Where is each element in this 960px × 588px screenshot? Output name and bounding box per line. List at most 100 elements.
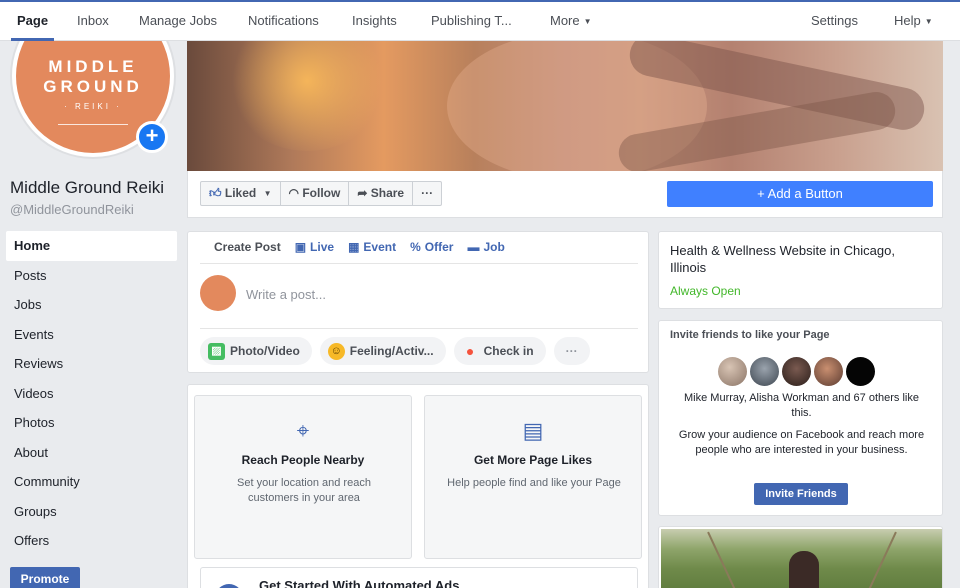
tab-manage-jobs[interactable]: Manage Jobs <box>139 13 217 28</box>
follow-label: Follow <box>302 186 341 200</box>
logo-text-line2: GROUND <box>43 77 143 96</box>
rss-icon: ◠ <box>288 186 299 200</box>
logo-divider <box>58 124 128 125</box>
page-icon: ▤ <box>522 418 544 443</box>
check-in-button[interactable]: ● Check in <box>453 337 546 365</box>
photo-icon: ▨ <box>208 342 225 360</box>
job-label: Job <box>483 240 505 254</box>
write-post-input[interactable]: Write a post... <box>246 287 326 302</box>
divider <box>200 328 638 329</box>
event-label: Event <box>363 240 397 254</box>
tab-settings[interactable]: Settings <box>811 13 858 28</box>
sidebar-item-posts[interactable]: Posts <box>6 261 177 291</box>
page-action-buttons: 👍︎ Liked ▼ ◠ Follow ➦ Share ··· <box>200 181 443 206</box>
page-action-bar: 👍︎ Liked ▼ ◠ Follow ➦ Share ··· + Add a … <box>187 171 943 218</box>
logo-text-line1: MIDDLE <box>48 57 138 76</box>
add-a-button[interactable]: + Add a Button <box>667 181 933 207</box>
get-more-page-likes-card[interactable]: ▤ Get More Page Likes Help people find a… <box>424 395 642 559</box>
create-post-tab[interactable]: Create Post <box>214 240 281 254</box>
photo-detail <box>707 531 737 588</box>
sidebar-item-about[interactable]: About <box>6 438 177 468</box>
tab-publishing-tools[interactable]: Publishing T... <box>431 13 512 28</box>
post-composer: Create Post ▣ Live ▦ Event % Offer ▬ Job Wri… <box>187 231 649 373</box>
sidebar-item-events[interactable]: Events <box>6 320 177 350</box>
page-username[interactable]: @MiddleGroundReiki <box>10 202 134 217</box>
add-profile-photo-plus-icon[interactable]: + <box>136 121 168 153</box>
promote-button[interactable]: Promote <box>10 567 80 588</box>
briefcase-icon: ▬ <box>467 240 480 254</box>
sidebar-item-videos[interactable]: Videos <box>6 379 177 409</box>
cover-light-flare <box>227 41 387 151</box>
sidebar-item-reviews[interactable]: Reviews <box>6 349 177 379</box>
avatar[interactable] <box>718 357 747 386</box>
avatar[interactable] <box>782 357 811 386</box>
invite-card-title: Invite friends to like your Page <box>670 329 830 341</box>
card-title: Reach People Nearby <box>241 453 365 467</box>
card-description: Help people find and like your Page <box>447 477 621 489</box>
chevron-down-icon: ▼ <box>924 17 933 26</box>
preview-photo <box>661 529 942 588</box>
sidebar-item-photos[interactable]: Photos <box>6 408 177 438</box>
composer-avatar <box>200 275 236 311</box>
avatar[interactable] <box>750 357 779 386</box>
sidebar-item-groups[interactable]: Groups <box>6 497 177 527</box>
sidebar-item-offers[interactable]: Offers <box>6 526 177 556</box>
feeling-activity-label: Feeling/Activ... <box>349 344 434 358</box>
composer-tabs: Create Post ▣ Live ▦ Event % Offer ▬ Job <box>214 240 505 254</box>
cover-photo[interactable] <box>187 41 943 171</box>
more-label: ··· <box>565 344 578 358</box>
liked-button[interactable]: 👍︎ Liked ▼ <box>201 182 281 205</box>
offer-label: Offer <box>424 240 454 254</box>
share-arrow-icon: ➦ <box>357 186 368 200</box>
photo-video-button[interactable]: ▨ Photo/Video <box>200 337 312 365</box>
share-label: Share <box>370 186 405 200</box>
more-options-button[interactable]: ··· <box>413 182 441 205</box>
card-description: Set your location and reach customers in… <box>237 477 371 504</box>
follow-button[interactable]: ◠ Follow <box>281 182 350 205</box>
divider <box>200 263 638 264</box>
grow-audience-text: Grow your audience on Facebook and reach… <box>678 429 925 456</box>
calendar-icon: ▦ <box>348 240 360 254</box>
automated-ads-icon <box>215 584 243 588</box>
thumbs-up-icon: 👍︎ <box>209 186 222 200</box>
avatar[interactable] <box>814 357 843 386</box>
share-button[interactable]: ➦ Share <box>349 182 414 205</box>
offer-tab[interactable]: % Offer <box>410 240 453 254</box>
photos-preview-card[interactable] <box>658 526 943 588</box>
tab-more[interactable]: More ▼ <box>550 13 592 28</box>
avatar[interactable] <box>846 357 875 386</box>
automated-ads-title: Get Started With Automated Ads <box>259 578 460 588</box>
automated-ads-card[interactable]: Get Started With Automated Ads <box>200 567 638 588</box>
sidebar-item-home[interactable]: Home <box>6 231 177 261</box>
invite-friends-card: Invite friends to like your Page Mike Mu… <box>658 320 943 516</box>
tab-notifications[interactable]: Notifications <box>248 13 319 28</box>
chevron-down-icon: ▼ <box>583 17 592 26</box>
check-in-label: Check in <box>483 344 534 358</box>
friend-avatars <box>718 357 875 386</box>
card-title: Get More Page Likes <box>473 453 593 467</box>
tab-inbox[interactable]: Inbox <box>77 13 109 28</box>
page-info-card: Health & Wellness Website in Chicago, Il… <box>658 231 943 309</box>
feeling-activity-button[interactable]: ☺ Feeling/Activ... <box>319 337 446 365</box>
live-tab[interactable]: ▣ Live <box>295 240 334 254</box>
invite-friends-button[interactable]: Invite Friends <box>754 483 848 505</box>
page-category: Health & Wellness Website in Chicago, Il… <box>670 243 895 275</box>
tab-help[interactable]: Help ▼ <box>894 13 933 28</box>
more-composer-options-button[interactable]: ··· <box>553 337 590 365</box>
photo-person <box>789 551 819 588</box>
sidebar-item-community[interactable]: Community <box>6 467 177 497</box>
sidebar-nav: Home Posts Jobs Events Reviews Videos Ph… <box>6 231 177 556</box>
sidebar-item-jobs[interactable]: Jobs <box>6 290 177 320</box>
page-top-nav: Page Inbox Manage Jobs Notifications Ins… <box>0 0 960 41</box>
event-tab[interactable]: ▦ Event <box>348 240 396 254</box>
liked-label: Liked <box>224 186 257 200</box>
reach-people-nearby-card[interactable]: ⌖ Reach People Nearby Set your location … <box>194 395 412 559</box>
page-tips-section: ⌖ Reach People Nearby Set your location … <box>187 384 649 588</box>
live-label: Live <box>310 240 335 254</box>
tab-page[interactable]: Page <box>17 13 48 28</box>
page-title: Middle Ground Reiki <box>10 178 165 197</box>
job-tab[interactable]: ▬ Job <box>467 240 504 254</box>
tab-insights[interactable]: Insights <box>352 13 397 28</box>
tab-help-label: Help <box>894 13 921 28</box>
offer-tag-icon: % <box>410 240 421 254</box>
